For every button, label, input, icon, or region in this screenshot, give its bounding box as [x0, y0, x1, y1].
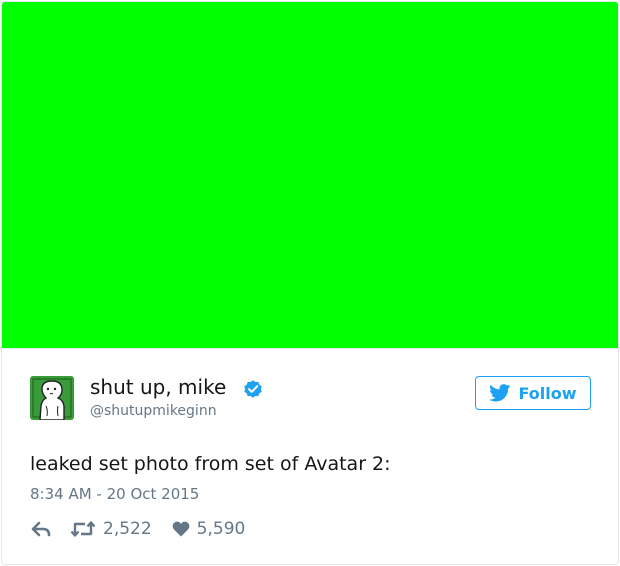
- verified-badge-icon: [242, 378, 264, 400]
- media-divider: [2, 348, 618, 349]
- retweet-count: 2,522: [103, 519, 152, 539]
- like-count: 5,590: [196, 519, 246, 539]
- heart-icon: [172, 521, 190, 537]
- avatar-drawing-icon: [30, 376, 74, 420]
- reply-button[interactable]: [30, 520, 52, 538]
- tweet-text: leaked set photo from set of Avatar 2:: [30, 453, 391, 475]
- tweet-actions: 2,522 5,590: [30, 516, 245, 542]
- follow-button[interactable]: Follow: [475, 376, 591, 410]
- author-handle[interactable]: @shutupmikeginn: [90, 403, 217, 419]
- tweet-media-image[interactable]: [2, 2, 618, 348]
- like-button[interactable]: 5,590: [172, 519, 246, 539]
- retweet-icon: [70, 521, 96, 537]
- follow-button-label: Follow: [518, 383, 577, 403]
- avatar[interactable]: [30, 376, 74, 420]
- tweet-timestamp[interactable]: 8:34 AM - 20 Oct 2015: [30, 485, 199, 503]
- retweet-button[interactable]: 2,522: [70, 519, 152, 539]
- reply-icon: [31, 521, 51, 537]
- tweet-card: shut up, mike @shutupmikeginn Follow lea…: [1, 1, 619, 565]
- author-display-name[interactable]: shut up, mike: [90, 375, 226, 399]
- twitter-bird-icon: [489, 384, 511, 402]
